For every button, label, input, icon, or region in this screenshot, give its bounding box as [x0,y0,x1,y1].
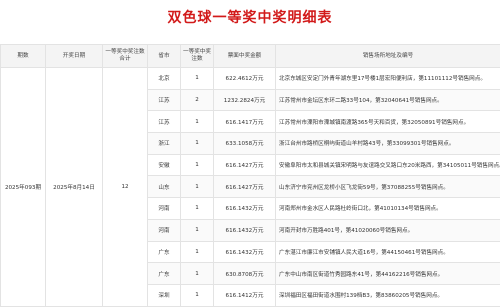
count-cell: 1 [181,176,214,198]
amount-cell: 1232.2824万元 [214,89,276,111]
province-cell: 广东 [148,263,181,285]
address-cell: 江苏常州市溧阳市溧城镇南渡路365号天和百货，第32050891号销售网点。 [276,111,500,133]
address-cell: 北京东城区安定门外青年湖东里17号楼1层宏阳便利店，第11101112号销售网点… [276,68,500,90]
col-header-total: 一等奖中奖注数合计 [103,45,148,68]
address-cell: 广东湛江市廉江市安铺镇人民大道16号，第44150461号销售网点。 [276,241,500,263]
amount-cell: 616.1417万元 [214,111,276,133]
amount-cell: 616.1412万元 [214,284,276,306]
address-cell: 浙江台州市路桥区桐屿街道山羊村路43号，第33099301号销售网点。 [276,133,500,155]
winners-table: 期数 开奖日期 一等奖中奖注数合计 省市 一等奖中奖注数 票面中奖金额 销售场所… [0,44,500,307]
page-title: 双色球一等奖中奖明细表 [0,0,500,44]
address-cell: 河南开封市万胜路401号，第41020060号销售网点。 [276,219,500,241]
col-header-province: 省市 [148,45,181,68]
header-row: 期数 开奖日期 一等奖中奖注数合计 省市 一等奖中奖注数 票面中奖金额 销售场所… [1,45,500,68]
count-cell: 1 [181,284,214,306]
amount-cell: 616.1432万元 [214,241,276,263]
address-cell: 深圳福田区福田街道水围村139档B3，第83860205号销售网点。 [276,284,500,306]
amount-cell: 633.1058万元 [214,133,276,155]
count-cell: 1 [181,219,214,241]
address-cell: 山东济宁市兖州区龙桥小区飞龙街59号，第37088255号销售网点。 [276,176,500,198]
address-cell: 江苏常州市金坛区东环二路33号104，第32040641号销售网点。 [276,89,500,111]
count-cell: 1 [181,241,214,263]
date-cell: 2025年8月14日 [46,68,103,307]
province-cell: 北京 [148,68,181,90]
amount-cell: 616.1432万元 [214,219,276,241]
count-cell: 1 [181,68,214,90]
col-header-count: 一等奖中奖注数 [181,45,214,68]
province-cell: 江苏 [148,89,181,111]
count-cell: 1 [181,198,214,220]
col-header-address: 销售场所地址及编号 [276,45,500,68]
count-cell: 1 [181,263,214,285]
province-cell: 深圳 [148,284,181,306]
col-header-amount: 票面中奖金额 [214,45,276,68]
address-cell: 安徽阜阳市太和县城关镇宋明路与友谊路交叉路口东20米路西，第34105011号销… [276,154,500,176]
amount-cell: 616.1432万元 [214,198,276,220]
province-cell: 安徽 [148,154,181,176]
issue-cell: 2025年093期 [1,68,46,307]
amount-cell: 616.1427万元 [214,154,276,176]
col-header-date: 开奖日期 [46,45,103,68]
province-cell: 山东 [148,176,181,198]
province-cell: 河南 [148,219,181,241]
province-cell: 广东 [148,241,181,263]
count-cell: 1 [181,154,214,176]
count-cell: 1 [181,133,214,155]
total-cell: 12 [103,68,148,307]
province-cell: 浙江 [148,133,181,155]
province-cell: 河南 [148,198,181,220]
amount-cell: 630.8708万元 [214,263,276,285]
table-row: 2025年093期 2025年8月14日 12 北京 1 622.4612万元 … [1,68,500,90]
address-cell: 河南郑州市金水区人民路杜岭街口北，第41010134号销售网点。 [276,198,500,220]
amount-cell: 616.1427万元 [214,176,276,198]
col-header-issue: 期数 [1,45,46,68]
amount-cell: 622.4612万元 [214,68,276,90]
count-cell: 2 [181,89,214,111]
province-cell: 江苏 [148,111,181,133]
address-cell: 广东中山市南区街道竹秀园路东41号，第44162216号销售网点。 [276,263,500,285]
count-cell: 1 [181,111,214,133]
